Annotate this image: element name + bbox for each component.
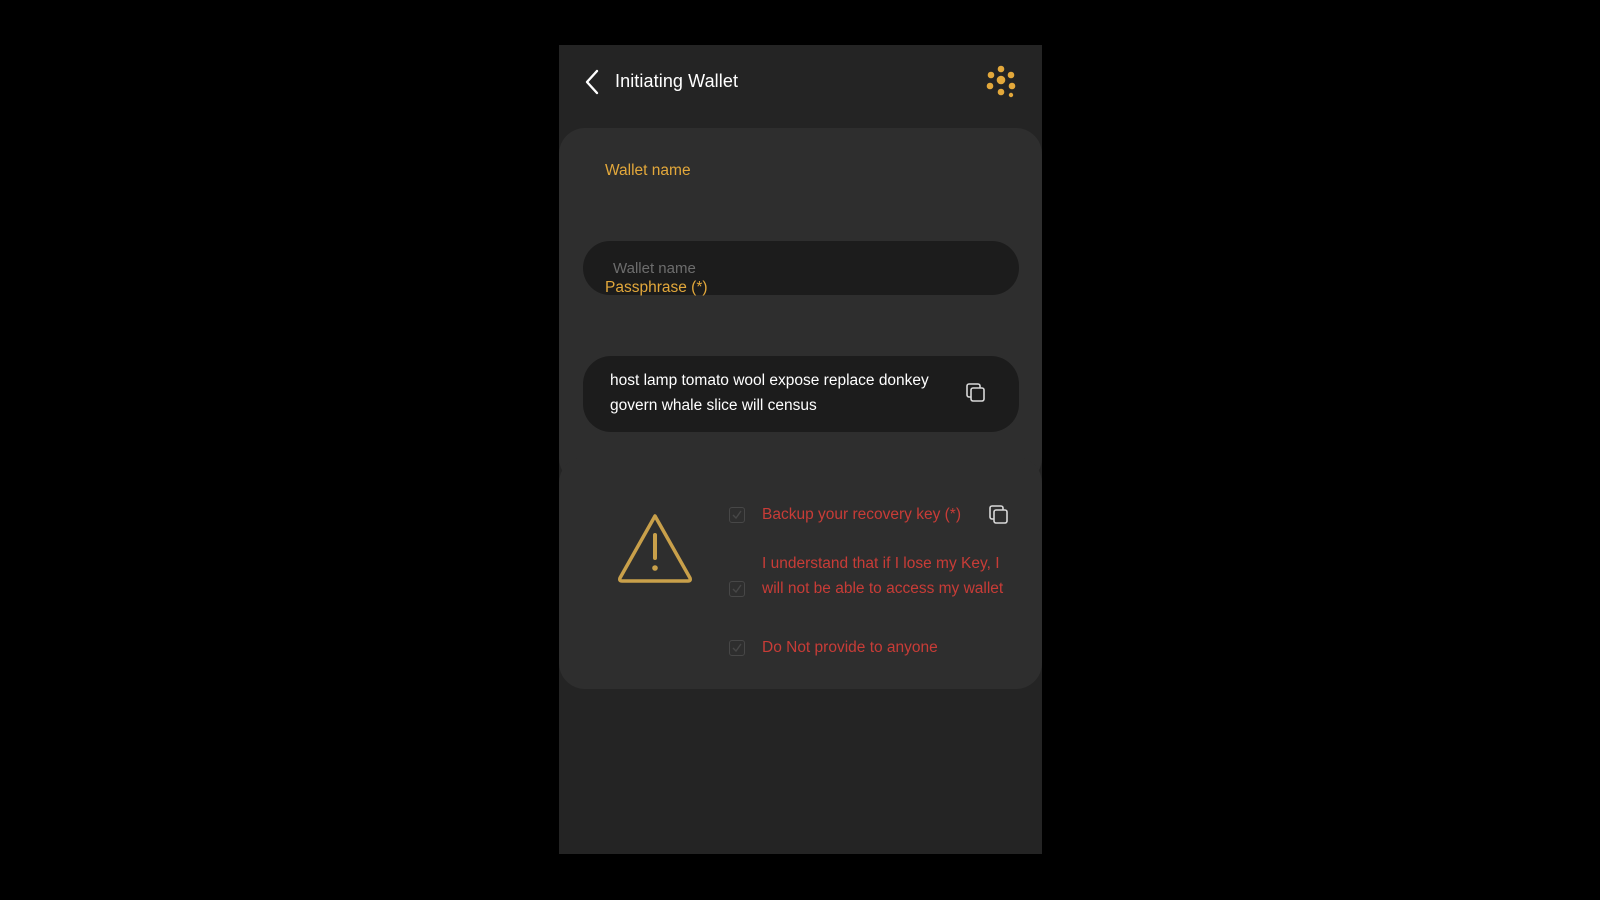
logo-icon	[986, 65, 1016, 98]
wallet-form-card: Wallet name Passphrase (*) host lamp tom…	[559, 128, 1042, 484]
back-button[interactable]	[579, 67, 605, 97]
warning-triangle-icon	[618, 514, 692, 583]
passphrase-text: host lamp tomato wool expose replace don…	[610, 372, 929, 414]
chevron-left-icon	[585, 69, 599, 95]
copy-icon[interactable]	[965, 382, 987, 404]
passphrase-label: Passphrase (*)	[605, 279, 708, 296]
checkbox-understand[interactable]	[729, 581, 745, 597]
checkbox-backup[interactable]	[729, 507, 745, 523]
checklist-item-understand[interactable]: I understand that if I lose my Key, I wi…	[729, 552, 1029, 626]
header: Initiating Wallet	[559, 45, 1042, 125]
copy-icon[interactable]	[988, 504, 1010, 526]
checklist-label-understand: I understand that if I lose my Key, I wi…	[762, 555, 1004, 597]
app-screen: Initiating Wallet Wallet name Passphrase…	[559, 45, 1042, 854]
checkbox-do-not-share[interactable]	[729, 640, 745, 656]
page-title: Initiating Wallet	[615, 71, 739, 91]
checklist-item-backup[interactable]: Backup your recovery key (*)	[729, 503, 1029, 529]
checklist-item-do-not-share[interactable]: Do Not provide to anyone	[729, 636, 1029, 662]
warning-card: Backup your recovery key (*) I understan…	[559, 457, 1042, 689]
wallet-name-label: Wallet name	[605, 162, 691, 179]
checklist-label-do-not-share: Do Not provide to anyone	[762, 639, 938, 656]
passphrase-field: host lamp tomato wool expose replace don…	[583, 356, 1019, 432]
checklist-label-backup: Backup your recovery key (*)	[762, 506, 961, 523]
